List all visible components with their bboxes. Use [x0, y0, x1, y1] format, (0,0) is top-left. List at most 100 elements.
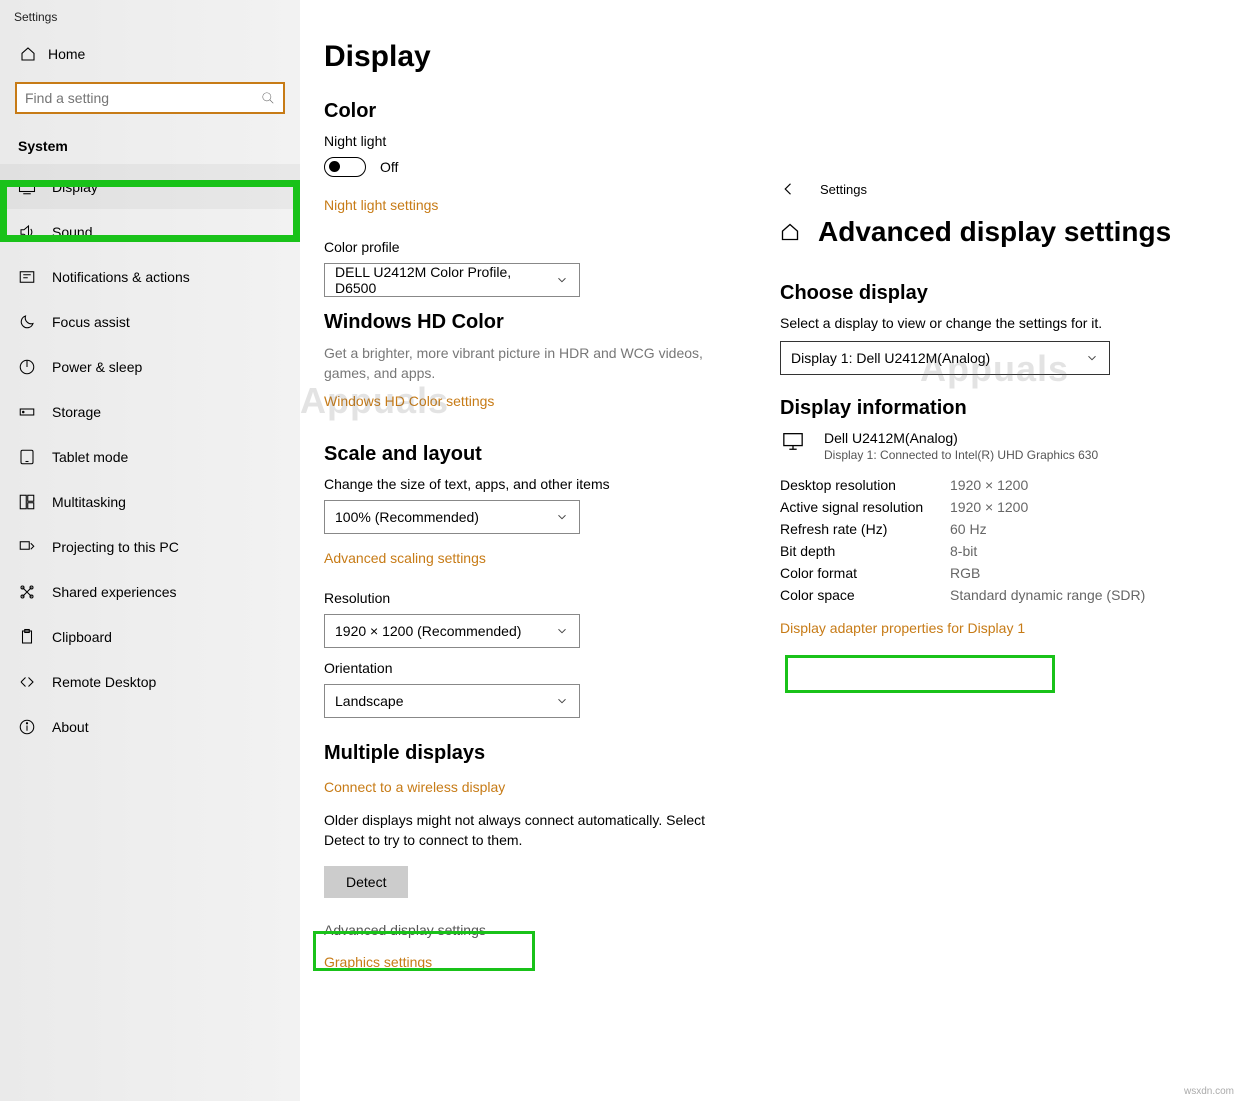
back-button[interactable]: Settings: [780, 180, 1220, 198]
nav-label: Sound: [52, 224, 92, 240]
highlight-adapter-properties: [785, 655, 1055, 693]
nav-storage[interactable]: Storage: [0, 389, 300, 434]
info-val: 1920 × 1200: [950, 477, 1028, 493]
advanced-display-settings-link[interactable]: Advanced display settings: [324, 916, 744, 944]
nav-focus-assist[interactable]: Focus assist: [0, 299, 300, 344]
info-val: Standard dynamic range (SDR): [950, 587, 1145, 603]
window-title: Settings: [0, 0, 300, 24]
nav-tablet-mode[interactable]: Tablet mode: [0, 434, 300, 479]
display-info-table: Desktop resolution1920 × 1200 Active sig…: [780, 474, 1220, 606]
detect-desc: Older displays might not always connect …: [324, 811, 744, 850]
nav-label: Remote Desktop: [52, 674, 156, 690]
storage-icon: [18, 403, 36, 421]
display-settings-main: Display Color Night light Off Night ligh…: [324, 40, 744, 980]
settings-sidebar: Settings Home System Display Sound Notif…: [0, 0, 300, 1101]
nav-label: Notifications & actions: [52, 269, 190, 285]
nav-label: Display: [52, 179, 98, 195]
home-icon: [780, 222, 800, 242]
nav-label: About: [52, 719, 89, 735]
nav-notifications[interactable]: Notifications & actions: [0, 254, 300, 299]
info-val: 60 Hz: [950, 521, 987, 537]
choose-display-select[interactable]: Display 1: Dell U2412M(Analog): [780, 341, 1110, 375]
nav-label: Shared experiences: [52, 584, 177, 600]
notifications-icon: [18, 268, 36, 286]
monitor-icon: [780, 430, 806, 452]
info-key: Refresh rate (Hz): [780, 521, 950, 537]
moon-icon: [18, 313, 36, 331]
category-title: System: [0, 138, 300, 164]
display-info-heading: Display information: [780, 397, 1220, 420]
resolution-value: 1920 × 1200 (Recommended): [335, 623, 521, 639]
info-key: Color space: [780, 587, 950, 603]
back-arrow-icon: [780, 180, 798, 198]
display-connection: Display 1: Connected to Intel(R) UHD Gra…: [824, 448, 1098, 462]
display-icon: [18, 178, 36, 196]
advanced-title: Advanced display settings: [818, 216, 1171, 248]
multitasking-icon: [18, 493, 36, 511]
nav-projecting[interactable]: Projecting to this PC: [0, 524, 300, 569]
night-light-label: Night light: [324, 133, 744, 149]
color-profile-select[interactable]: DELL U2412M Color Profile, D6500: [324, 263, 580, 297]
info-key: Bit depth: [780, 543, 950, 559]
sound-icon: [18, 223, 36, 241]
nav-label: Projecting to this PC: [52, 539, 179, 555]
nav-label: Focus assist: [52, 314, 130, 330]
chevron-down-icon: [555, 510, 569, 524]
nav-power-sleep[interactable]: Power & sleep: [0, 344, 300, 389]
share-icon: [18, 583, 36, 601]
info-val: 1920 × 1200: [950, 499, 1028, 515]
nav-clipboard[interactable]: Clipboard: [0, 614, 300, 659]
advanced-scaling-link[interactable]: Advanced scaling settings: [324, 550, 486, 566]
choose-display-desc: Select a display to view or change the s…: [780, 315, 1220, 331]
page-title: Display: [324, 40, 744, 74]
info-key: Desktop resolution: [780, 477, 950, 493]
graphics-settings-link[interactable]: Graphics settings: [324, 954, 432, 970]
home-icon: [20, 46, 36, 62]
connect-wireless-link[interactable]: Connect to a wireless display: [324, 779, 505, 795]
info-key: Color format: [780, 565, 950, 581]
nav-home[interactable]: Home: [0, 24, 300, 82]
display-adapter-properties-link[interactable]: Display adapter properties for Display 1: [780, 620, 1025, 636]
nav-label: Tablet mode: [52, 449, 128, 465]
back-label: Settings: [820, 182, 867, 197]
info-icon: [18, 718, 36, 736]
orientation-value: Landscape: [335, 693, 404, 709]
display-name: Dell U2412M(Analog): [824, 430, 1098, 446]
watermark-source: wsxdn.com: [1184, 1086, 1234, 1097]
info-val: 8-bit: [950, 543, 977, 559]
projecting-icon: [18, 538, 36, 556]
search-icon: [261, 91, 275, 105]
power-icon: [18, 358, 36, 376]
section-hd-color: Windows HD Color: [324, 311, 744, 334]
night-light-settings-link[interactable]: Night light settings: [324, 197, 438, 213]
nav-label: Power & sleep: [52, 359, 142, 375]
search-input[interactable]: [17, 90, 283, 106]
hd-color-desc: Get a brighter, more vibrant picture in …: [324, 344, 744, 383]
nav-label: Storage: [52, 404, 101, 420]
chevron-down-icon: [1085, 351, 1099, 365]
nav-home-label: Home: [48, 46, 85, 62]
clipboard-icon: [18, 628, 36, 646]
nav-remote-desktop[interactable]: Remote Desktop: [0, 659, 300, 704]
nav-display[interactable]: Display: [0, 164, 300, 209]
nav-multitasking[interactable]: Multitasking: [0, 479, 300, 524]
resolution-label: Resolution: [324, 590, 744, 606]
scale-select[interactable]: 100% (Recommended): [324, 500, 580, 534]
color-profile-value: DELL U2412M Color Profile, D6500: [335, 264, 555, 296]
nav-label: Multitasking: [52, 494, 126, 510]
nav-sound[interactable]: Sound: [0, 209, 300, 254]
search-field[interactable]: [15, 82, 285, 114]
info-val: RGB: [950, 565, 980, 581]
color-profile-label: Color profile: [324, 239, 744, 255]
nav-shared-experiences[interactable]: Shared experiences: [0, 569, 300, 614]
night-light-toggle[interactable]: [324, 157, 366, 177]
section-multiple-displays: Multiple displays: [324, 742, 744, 765]
detect-button[interactable]: Detect: [324, 866, 408, 898]
resolution-select[interactable]: 1920 × 1200 (Recommended): [324, 614, 580, 648]
hd-color-settings-link[interactable]: Windows HD Color settings: [324, 393, 494, 409]
choose-display-heading: Choose display: [780, 282, 1220, 305]
scale-label: Change the size of text, apps, and other…: [324, 476, 744, 492]
orientation-select[interactable]: Landscape: [324, 684, 580, 718]
nav-about[interactable]: About: [0, 704, 300, 749]
tablet-icon: [18, 448, 36, 466]
